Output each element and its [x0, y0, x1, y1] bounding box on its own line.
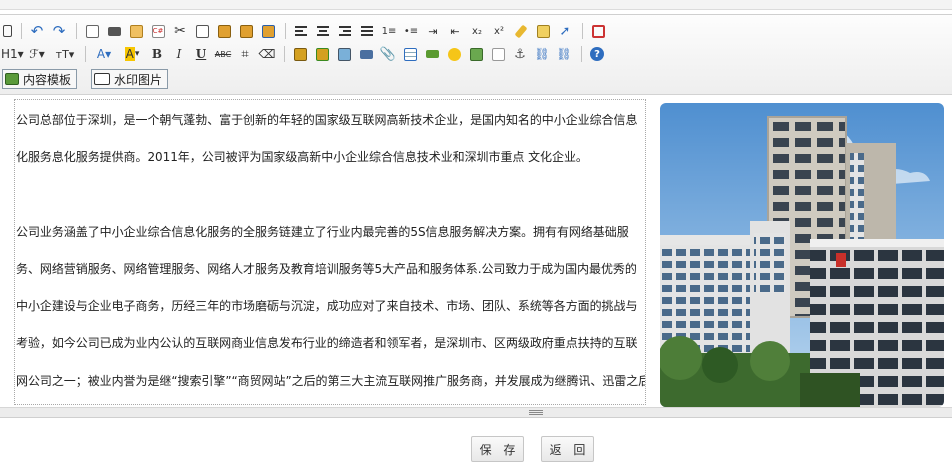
toolbar-separator [582, 23, 583, 39]
help-icon[interactable]: ? [587, 44, 607, 64]
content-template-label: 内容模板 [23, 72, 72, 87]
picture-icon [94, 73, 111, 85]
resize-grip-icon[interactable] [529, 409, 543, 416]
content-template-button[interactable]: 内容模板 [2, 69, 78, 89]
editor-content-area[interactable]: 公司总部位于深圳，是一个朝气蓬勃、富于创新的年轻的国家级互联网高新技术企业，是国… [14, 99, 646, 405]
save-button[interactable]: 保 存 [471, 436, 524, 462]
paste-icon[interactable] [214, 21, 234, 41]
cut-icon[interactable]: ✂ [170, 21, 190, 41]
clear-format-icon[interactable] [533, 21, 553, 41]
text-line: 中小企建设与企业电子商务，历经三年的市场磨砺与沉淀，成功应对了来自技术、市场、团… [16, 299, 638, 314]
image-icon[interactable] [334, 44, 354, 64]
editor-toolbar: ↶ ↷ C# ✂ 1≡ •≡ ⇥ ⇤ x₂ x² ➚ H1▾ ℱ▾ тT▾ A▾… [0, 15, 952, 95]
watermark-image-label: 水印图片 [114, 72, 163, 87]
table-grid-icon[interactable]: ⌗ [235, 44, 255, 64]
toolbar-separator [284, 46, 285, 62]
link-icon[interactable]: ⛓ [532, 44, 552, 64]
text-line: 网公司之一；被业内誉为是继“搜索引擎”“商贸网站”之后的第三大主流互联网推广服务… [16, 373, 646, 388]
italic-icon[interactable]: I [169, 44, 189, 64]
toolbar-row-2: H1▾ ℱ▾ тT▾ A▾ A▾ B I U ABC ⌗ ⌫ 📎 ⚓ ⛓ ⛓ [0, 43, 609, 65]
text-line: 务、网络营销服务、网络管理服务、网络人才服务及教育培训服务等5大产品和服务体系.… [16, 261, 637, 276]
redo-icon[interactable]: ↷ [49, 21, 69, 41]
strikethrough-icon[interactable]: ABC [213, 44, 233, 64]
rich-text-editor: ↶ ↷ C# ✂ 1≡ •≡ ⇥ ⇤ x₂ x² ➚ H1▾ ℱ▾ тT▾ A▾… [0, 14, 952, 418]
preview-icon[interactable] [82, 21, 102, 41]
bold-icon[interactable]: B [147, 44, 167, 64]
underline-icon[interactable]: U [191, 44, 211, 64]
paragraph-1: 公司总部位于深圳，是一个朝气蓬勃、富于创新的年轻的国家级互联网高新技术企业，是国… [15, 100, 645, 177]
gallery-icon[interactable] [466, 44, 486, 64]
back-button[interactable]: 返 回 [541, 436, 594, 462]
anchor-icon[interactable]: ⚓ [510, 44, 530, 64]
align-right-icon[interactable] [335, 21, 355, 41]
fullscreen-icon[interactable] [588, 21, 608, 41]
toolbar-separator [85, 46, 86, 62]
text-line: 公司总部位于深圳，是一个朝气蓬勃、富于创新的年轻的国家级互联网高新技术企业，是国… [16, 113, 638, 127]
watermark-image-button[interactable]: 水印图片 [91, 69, 169, 89]
source-icon[interactable] [0, 21, 14, 41]
building-image [660, 103, 944, 407]
unordered-list-icon[interactable]: •≡ [401, 21, 421, 41]
text-line: 化服务息化服务提供商。2011年，公司被评为国家级高新中小企业综合信息技术业和深… [16, 150, 588, 165]
top-strip [0, 0, 952, 10]
paragraph-2: 公司业务涵盖了中小企业综合信息化服务的全服务链建立了行业内最完善的5S信息服务解… [15, 214, 645, 400]
align-center-icon[interactable] [313, 21, 333, 41]
insert-row-above-icon[interactable] [290, 44, 310, 64]
editor-resize-bar[interactable] [0, 407, 952, 417]
toolbar-separator [21, 23, 22, 39]
text-line: 公司业务涵盖了中小企业综合信息化服务的全服务链建立了行业内最完善的5S信息服务解… [16, 224, 629, 239]
undo-icon[interactable]: ↶ [27, 21, 47, 41]
text-line: 考验，如今公司已成为业内公认的互联网商业信息发布行业的缔造者和领军者，是深圳市、… [16, 336, 638, 351]
eraser-icon[interactable]: ⌫ [257, 44, 277, 64]
template-icon [5, 73, 19, 85]
toolbar-row-1: ↶ ↷ C# ✂ 1≡ •≡ ⇥ ⇤ x₂ x² ➚ [0, 20, 610, 42]
heading-icon[interactable]: H1▾ [0, 44, 24, 64]
pagebreak-icon[interactable] [488, 44, 508, 64]
indent-icon[interactable]: ⇥ [423, 21, 443, 41]
align-justify-icon[interactable] [357, 21, 377, 41]
insert-column-icon[interactable] [422, 44, 442, 64]
subscript-icon[interactable]: x₂ [467, 21, 487, 41]
select-all-icon[interactable]: ➚ [555, 21, 575, 41]
print-icon[interactable] [104, 21, 124, 41]
background-color-icon[interactable]: A ▾ [119, 44, 145, 64]
template-icon[interactable] [126, 21, 146, 41]
outdent-icon[interactable]: ⇤ [445, 21, 465, 41]
company-building-photo [660, 103, 944, 407]
copy-icon[interactable] [192, 21, 212, 41]
paste-text-icon[interactable] [236, 21, 256, 41]
paste-word-icon[interactable] [258, 21, 278, 41]
font-size-icon[interactable]: тT▾ [52, 44, 78, 64]
font-color-icon[interactable]: A▾ [91, 44, 117, 64]
toolbar-row-3: 内容模板 水印图片 [0, 68, 180, 90]
font-family-icon[interactable]: ℱ▾ [24, 44, 50, 64]
table-icon[interactable] [400, 44, 420, 64]
toolbar-separator [76, 23, 77, 39]
superscript-icon[interactable]: x² [489, 21, 509, 41]
video-icon[interactable] [356, 44, 376, 64]
toolbar-separator [581, 46, 582, 62]
format-brush-icon[interactable] [511, 21, 531, 41]
attachment-icon[interactable]: 📎 [378, 44, 398, 64]
code-icon[interactable]: C# [148, 21, 168, 41]
insert-row-below-icon[interactable] [312, 44, 332, 64]
emoticon-icon[interactable] [444, 44, 464, 64]
align-left-icon[interactable] [291, 21, 311, 41]
unlink-icon[interactable]: ⛓ [554, 44, 574, 64]
ordered-list-icon[interactable]: 1≡ [379, 21, 399, 41]
toolbar-separator [285, 23, 286, 39]
